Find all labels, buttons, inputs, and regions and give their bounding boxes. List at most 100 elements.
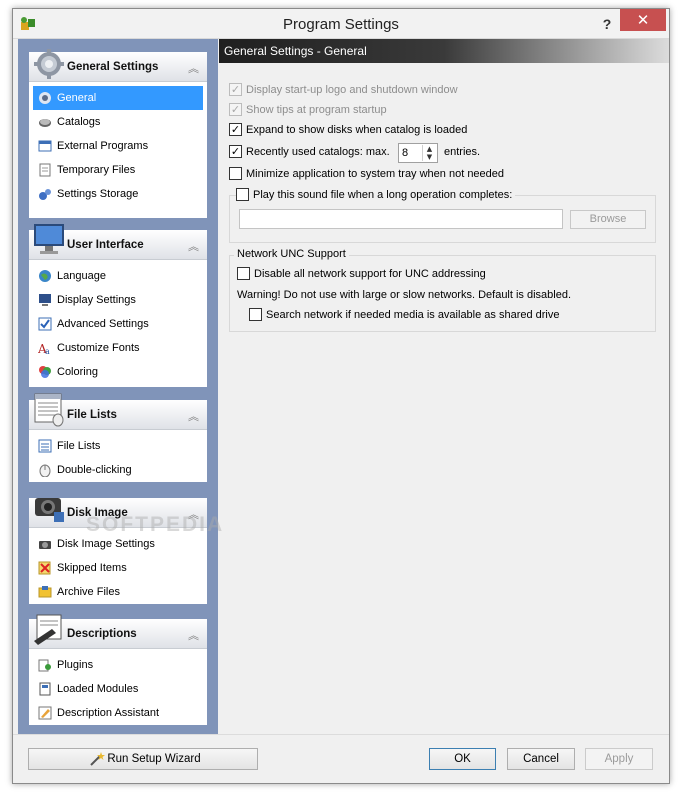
sidebar-item-language[interactable]: Language [29,264,207,288]
camera-icon [35,498,64,522]
palette-icon [39,366,51,378]
svg-text:a: a [45,347,50,355]
help-button[interactable]: ? [597,14,617,34]
sidebar-item-general[interactable]: General [33,86,203,110]
sidebar-item-skipped-items[interactable]: Skipped Items [29,556,207,580]
sidebar-item-catalogs[interactable]: Catalogs [29,110,207,134]
ok-button[interactable]: OK [429,748,496,770]
recent-catalogs-stepper[interactable]: 8 ▲ ▼ [398,143,438,163]
sidebar-item-label: Disk Image Settings [57,538,155,550]
option-label: Disable all network support for UNC addr… [254,268,486,280]
sidebar-item-archive-files[interactable]: Archive Files [29,580,207,604]
sidebar-item-label: Skipped Items [57,562,127,574]
show-tips-checkbox[interactable]: ✓ [229,102,242,116]
sidebar-item-external-programs[interactable]: External Programs [29,134,207,158]
group-title: File Lists [67,409,117,421]
chevron-up-icon[interactable]: ︽ [188,60,199,76]
option-label: Display start-up logo and shutdown windo… [246,84,458,96]
chevron-up-icon[interactable]: ︽ [188,627,199,643]
panel-header: General Settings - General [219,39,669,63]
sidebar-item-label: Catalogs [57,116,101,128]
group-title: Descriptions [67,628,137,640]
minimize-tray-checkbox[interactable] [229,166,242,180]
sidebar-item-label: Customize Fonts [57,342,140,354]
chevron-up-icon[interactable]: ▲ [423,145,436,153]
sidebar-item-label: Plugins [57,659,94,671]
option-label: Expand to show disks when catalog is loa… [246,124,468,136]
group-user-interface: User Interface ︽ Language Display Settin… [29,224,207,387]
option-play-sound[interactable]: Play this sound file when a long operati… [236,187,516,204]
title-bar: Program Settings ? ✕ [13,9,669,39]
sidebar-item-loaded-modules[interactable]: Loaded Modules [29,677,207,701]
wand-icon [90,752,105,766]
sidebar-item-temporary-files[interactable]: Temporary Files [29,158,207,182]
network-legend: Network UNC Support [234,247,349,263]
stepper-arrows[interactable]: ▲ ▼ [422,145,436,161]
startup-logo-checkbox[interactable]: ✓ [229,82,242,96]
group-header-general-settings[interactable]: General Settings ︽ [29,49,207,82]
group-header-file-lists[interactable]: File Lists ︽ [29,393,207,430]
option-recent-catalogs[interactable]: ✓ Recently used catalogs: max. [229,144,390,161]
sidebar-item-label: Settings Storage [57,188,139,200]
sidebar-item-label: External Programs [57,140,149,152]
sidebar: General Settings ︽ General Catalogs Exte… [18,39,218,734]
chevron-down-icon[interactable]: ▼ [423,153,436,161]
option-minimize-tray[interactable]: Minimize application to system tray when… [229,166,504,183]
option-expand-disks[interactable]: ✓ Expand to show disks when catalog is lo… [229,122,468,139]
camera-small-icon [39,541,51,549]
sidebar-item-file-lists[interactable]: File Lists [29,434,207,458]
group-title: User Interface [67,239,144,251]
gear-icon [34,49,64,79]
close-button[interactable]: ✕ [620,9,666,31]
sidebar-item-label: Description Assistant [57,707,160,719]
pencil-icon [38,706,52,720]
recent-catalogs-checkbox[interactable]: ✓ [229,144,242,158]
option-disable-network[interactable]: Disable all network support for UNC addr… [237,266,486,283]
watermark: SOFTPEDIA [86,513,225,536]
sidebar-item-display-settings[interactable]: Display Settings [29,288,207,312]
browse-button[interactable]: Browse [570,210,646,229]
option-startup-logo[interactable]: ✓ Display start-up logo and shutdown wind… [229,82,458,99]
entries-label: entries. [444,146,481,158]
run-setup-wizard-button[interactable]: Run Setup Wizard [28,748,258,770]
sidebar-item-label: Temporary Files [57,164,136,176]
check-window-icon [38,317,52,331]
disable-network-checkbox[interactable] [237,266,250,280]
sidebar-item-label: Advanced Settings [57,318,149,330]
sidebar-item-description-assistant[interactable]: Description Assistant [29,701,207,725]
option-show-tips[interactable]: ✓ Show tips at program startup [229,102,387,119]
sound-file-input[interactable] [239,209,563,229]
globe-icon [39,270,51,282]
archive-icon [38,586,52,598]
sidebar-item-settings-storage[interactable]: Settings Storage [29,182,207,206]
apply-button[interactable]: Apply [585,748,653,770]
sidebar-item-customize-fonts[interactable]: Aa Customize Fonts [29,336,207,360]
sidebar-item-label: General [57,92,97,104]
plugin-icon [38,659,51,672]
sidebar-item-label: Display Settings [57,294,136,306]
play-sound-checkbox[interactable] [236,187,249,201]
search-network-checkbox[interactable] [249,307,262,321]
list-icon [38,439,52,453]
sidebar-item-coloring[interactable]: Coloring [29,360,207,384]
option-search-network[interactable]: Search network if needed media is availa… [249,307,560,324]
sidebar-item-plugins[interactable]: Plugins [29,653,207,677]
sidebar-item-label: Loaded Modules [57,683,139,695]
expand-disks-checkbox[interactable]: ✓ [229,122,242,136]
footer-bar: Run Setup Wizard OK Cancel Apply [13,734,669,783]
group-header-user-interface[interactable]: User Interface ︽ [29,224,207,260]
group-title: General Settings [67,61,159,73]
settings-panel: ✓ Display start-up logo and shutdown wind… [219,63,669,734]
chevron-up-icon[interactable]: ︽ [188,238,199,254]
group-header-descriptions[interactable]: Descriptions ︽ [29,614,207,649]
chevron-up-icon[interactable]: ︽ [188,408,199,424]
gears-icon [39,189,51,200]
network-warning: Warning! Do not use with large or slow n… [237,289,572,301]
sidebar-item-advanced-settings[interactable]: Advanced Settings [29,312,207,336]
display-icon [39,294,51,306]
gear-small-icon [39,92,51,104]
cancel-button[interactable]: Cancel [507,748,575,770]
sidebar-item-label: Archive Files [57,586,120,598]
module-icon [39,682,51,696]
sidebar-item-double-clicking[interactable]: Double-clicking [29,458,207,482]
